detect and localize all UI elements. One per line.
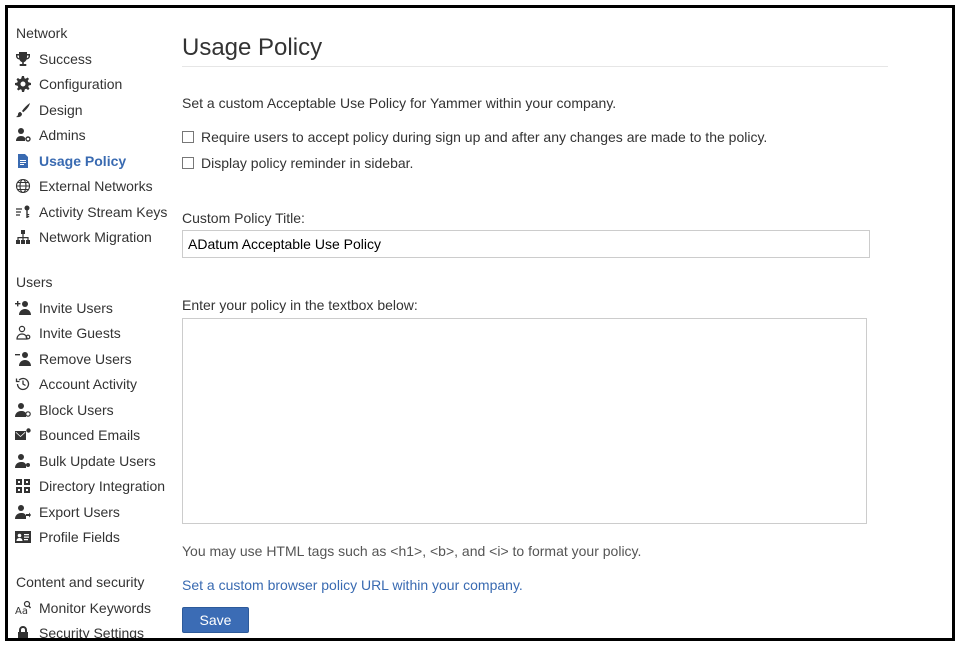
sidebar-item-label: Monitor Keywords <box>39 600 152 616</box>
sidebar-header-content-security: Content and security <box>16 574 145 590</box>
title-divider <box>182 66 888 67</box>
sidebar-item-label: Invite Guests <box>39 325 121 341</box>
sidebar-item-account-activity[interactable]: Account Activity <box>14 373 137 395</box>
sidebar-item-label: Success <box>39 51 92 67</box>
custom-title-value: ADatum Acceptable Use Policy <box>188 236 381 252</box>
brush-icon <box>14 102 32 118</box>
sidebar-item-label: External Networks <box>39 178 153 194</box>
gear-icon <box>14 76 32 92</box>
trophy-icon <box>14 51 32 67</box>
sidebar-item-label: Remove Users <box>39 351 132 367</box>
bulk-users-icon <box>14 453 32 469</box>
sidebar-item-directory-integration[interactable]: Directory Integration <box>14 475 165 497</box>
sidebar-item-label: Bulk Update Users <box>39 453 156 469</box>
lock-icon <box>14 625 32 638</box>
directory-icon <box>14 478 32 494</box>
save-button[interactable]: Save <box>182 607 249 633</box>
policy-label: Enter your policy in the textbox below: <box>182 297 418 313</box>
history-icon <box>14 376 32 392</box>
sidebar-item-export-users[interactable]: Export Users <box>14 501 120 523</box>
sidebar-item-label: Bounced Emails <box>39 427 141 443</box>
sidebar-item-bounced-emails[interactable]: Bounced Emails <box>14 424 140 446</box>
reminder-row: Display policy reminder in sidebar. <box>182 155 413 171</box>
add-user-icon <box>14 300 32 316</box>
key-icon <box>14 204 32 220</box>
sidebar-item-network-migration[interactable]: Network Migration <box>14 226 152 248</box>
sidebar-item-security-settings[interactable]: Security Settings <box>14 622 145 641</box>
keyword-search-icon: Aa <box>14 600 32 616</box>
sidebar-item-remove-users[interactable]: Remove Users <box>14 348 132 370</box>
sidebar-item-usage-policy[interactable]: Usage Policy <box>14 150 126 172</box>
remove-user-icon <box>14 351 32 367</box>
sidebar-header-users: Users <box>16 274 53 290</box>
id-card-icon <box>14 529 32 545</box>
require-policy-label: Require users to accept policy during si… <box>201 129 768 145</box>
sidebar-header-network: Network <box>16 25 68 41</box>
sidebar-item-external-networks[interactable]: External Networks <box>14 175 153 197</box>
require-policy-checkbox[interactable] <box>182 131 194 143</box>
sidebar-item-design[interactable]: Design <box>14 99 83 121</box>
block-user-icon <box>14 402 32 418</box>
document-icon <box>14 153 32 169</box>
sidebar: Network Success Configuration Design Adm… <box>8 8 178 638</box>
sidebar-item-label: Invite Users <box>39 300 113 316</box>
require-policy-row: Require users to accept policy during si… <box>182 129 767 145</box>
sidebar-item-success[interactable]: Success <box>14 48 92 70</box>
sidebar-item-invite-guests[interactable]: Invite Guests <box>14 322 121 344</box>
globe-icon <box>14 178 32 194</box>
guest-user-icon <box>14 325 32 341</box>
hierarchy-icon <box>14 229 32 245</box>
sidebar-item-configuration[interactable]: Configuration <box>14 73 122 95</box>
html-hint: You may use HTML tags such as <h1>, <b>,… <box>182 543 642 559</box>
export-users-icon <box>14 504 32 520</box>
sidebar-item-label: Account Activity <box>39 376 138 392</box>
sidebar-item-label: Usage Policy <box>39 153 127 169</box>
sidebar-item-label: Design <box>39 102 83 118</box>
main-content: Usage Policy Set a custom Acceptable Use… <box>182 8 952 638</box>
intro-text: Set a custom Acceptable Use Policy for Y… <box>182 95 617 111</box>
custom-title-label: Custom Policy Title: <box>182 210 305 226</box>
sidebar-item-invite-users[interactable]: Invite Users <box>14 297 113 319</box>
svg-text:Aa: Aa <box>15 606 28 616</box>
reminder-label: Display policy reminder in sidebar. <box>201 155 414 171</box>
sidebar-item-label: Admins <box>39 127 86 143</box>
sidebar-item-admins[interactable]: Admins <box>14 124 86 146</box>
sidebar-item-activity-stream-keys[interactable]: Activity Stream Keys <box>14 201 167 223</box>
sidebar-item-label: Block Users <box>39 402 114 418</box>
sidebar-item-label: Activity Stream Keys <box>39 204 168 220</box>
admin-user-icon <box>14 127 32 143</box>
sidebar-item-label: Directory Integration <box>39 478 166 494</box>
sidebar-item-monitor-keywords[interactable]: Aa Monitor Keywords <box>14 597 151 619</box>
sidebar-item-label: Network Migration <box>39 229 152 245</box>
sidebar-item-block-users[interactable]: Block Users <box>14 399 114 421</box>
reminder-checkbox[interactable] <box>182 157 194 169</box>
custom-title-input[interactable]: ADatum Acceptable Use Policy <box>182 230 870 258</box>
sidebar-item-bulk-update-users[interactable]: Bulk Update Users <box>14 450 156 472</box>
sidebar-item-label: Profile Fields <box>39 529 120 545</box>
sidebar-item-label: Configuration <box>39 76 123 92</box>
browser-policy-link[interactable]: Set a custom browser policy URL within y… <box>182 577 523 593</box>
page-title: Usage Policy <box>182 34 323 62</box>
sidebar-item-label: Security Settings <box>39 625 145 641</box>
sidebar-item-profile-fields[interactable]: Profile Fields <box>14 526 120 548</box>
app-frame: Network Success Configuration Design Adm… <box>5 5 955 641</box>
sidebar-item-label: Export Users <box>39 504 120 520</box>
bounced-mail-icon <box>14 427 32 443</box>
policy-textarea[interactable] <box>182 318 867 524</box>
